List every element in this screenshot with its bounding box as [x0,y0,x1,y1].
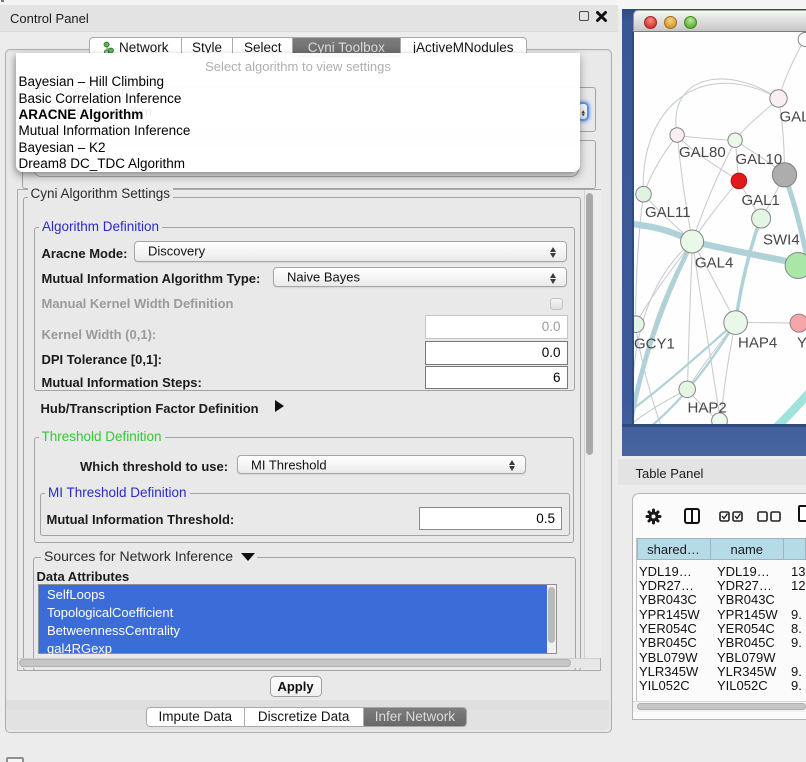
svg-text:GAL4: GAL4 [695,254,733,271]
svg-text:GAL1: GAL1 [741,192,779,209]
svg-text:HAP4: HAP4 [738,334,777,351]
svg-text:GAL11: GAL11 [645,204,691,221]
svg-text:YD: YD [797,334,806,351]
svg-text:GCY1: GCY1 [634,335,675,352]
svg-text:GAL7: GAL7 [779,108,806,125]
svg-text:SWI4: SWI4 [763,231,800,248]
svg-text:GAL10: GAL10 [735,151,782,168]
svg-text:GAL80: GAL80 [679,144,726,161]
svg-text:HAP2: HAP2 [687,399,726,416]
